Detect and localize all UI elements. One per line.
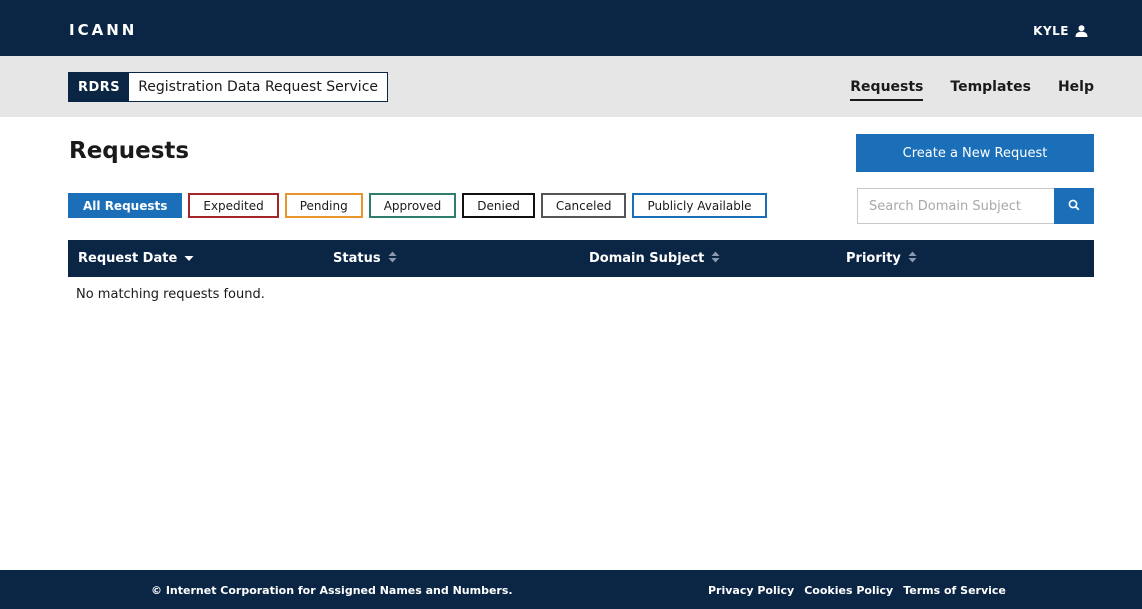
search-input[interactable] (857, 188, 1054, 224)
footer-links: Privacy Policy Cookies Policy Terms of S… (708, 584, 1006, 597)
filter-all-requests[interactable]: All Requests (68, 193, 183, 218)
copyright-text: © Internet Corporation for Assigned Name… (151, 584, 513, 597)
filter-expedited[interactable]: Expedited (188, 193, 279, 218)
column-label: Domain Subject (589, 251, 705, 266)
column-priority[interactable]: Priority (846, 240, 917, 277)
search-icon (1068, 199, 1080, 214)
nav-help[interactable]: Help (1058, 79, 1094, 101)
user-icon (1075, 25, 1088, 37)
cookies-policy-link[interactable]: Cookies Policy (804, 584, 893, 597)
service-code: RDRS (69, 73, 130, 101)
sort-icon (388, 251, 397, 267)
status-filters: All Requests Expedited Pending Approved … (68, 193, 767, 218)
filter-pending[interactable]: Pending (284, 193, 363, 218)
service-name: Registration Data Request Service (138, 79, 378, 95)
empty-state-message: No matching requests found. (76, 287, 265, 302)
service-badge[interactable]: RDRS Registration Data Request Service (68, 72, 388, 102)
top-bar: ICANN KYLE (0, 0, 1142, 56)
terms-of-service-link[interactable]: Terms of Service (903, 584, 1006, 597)
filter-denied[interactable]: Denied (462, 193, 535, 218)
nav-templates[interactable]: Templates (950, 79, 1031, 101)
page-title: Requests (69, 138, 190, 164)
sort-desc-icon (184, 251, 194, 266)
column-label: Priority (846, 251, 901, 266)
user-name: KYLE (1033, 24, 1069, 38)
filter-publicly-available[interactable]: Publicly Available (632, 193, 767, 218)
sort-icon (908, 251, 917, 267)
column-label: Status (333, 251, 381, 266)
brand-logo[interactable]: ICANN (69, 21, 137, 39)
create-request-button[interactable]: Create a New Request (856, 134, 1094, 172)
column-domain-subject[interactable]: Domain Subject (589, 240, 720, 277)
column-request-date[interactable]: Request Date (78, 240, 194, 277)
filter-approved[interactable]: Approved (368, 193, 457, 218)
user-menu[interactable]: KYLE (1033, 24, 1088, 38)
privacy-policy-link[interactable]: Privacy Policy (708, 584, 794, 597)
requests-table-header: Request Date Status Domain Subject Prior… (68, 240, 1094, 277)
column-label: Request Date (78, 251, 178, 266)
search-bar (857, 188, 1094, 224)
main-nav: Requests Templates Help (850, 79, 1094, 101)
footer: © Internet Corporation for Assigned Name… (0, 570, 1142, 609)
nav-requests[interactable]: Requests (850, 79, 924, 101)
search-button[interactable] (1054, 188, 1094, 224)
sort-icon (711, 251, 720, 267)
column-status[interactable]: Status (333, 240, 397, 277)
filter-canceled[interactable]: Canceled (540, 193, 627, 218)
